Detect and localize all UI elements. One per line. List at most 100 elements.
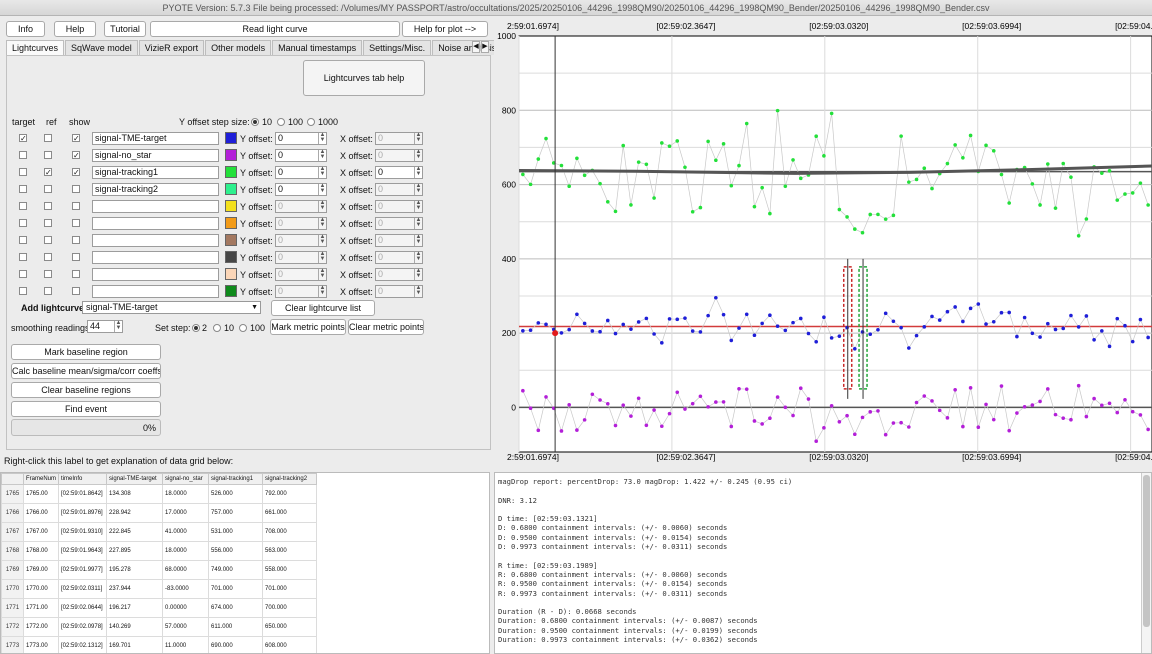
table-row[interactable]: 1772 1772.00 [02:59:02.0978] 140.269 57.0000… (1, 617, 318, 637)
grid-column-header[interactable]: signal-no_star (162, 473, 210, 485)
table-row[interactable]: 1766 1766.00 [02:59:01.8976] 228.942 17.0000… (1, 503, 318, 523)
grid-cell[interactable]: 700.000 (262, 598, 318, 618)
grid-column-header[interactable]: timeInfo (58, 473, 108, 485)
curve-name-field[interactable] (92, 251, 219, 264)
grid-cell[interactable]: 708.000 (262, 522, 318, 542)
curve-name-field[interactable]: signal-no_star (92, 149, 219, 162)
grid-cell[interactable]: 41.0000 (162, 522, 210, 542)
x-offset-input[interactable]: 0 ▲ ▼ (375, 183, 423, 196)
ref-checkbox[interactable] (44, 202, 52, 210)
step-10-radio[interactable] (251, 118, 259, 126)
spin-arrows-icon[interactable]: ▲ ▼ (414, 183, 422, 195)
grid-cell[interactable]: 237.944 (106, 579, 164, 599)
spin-arrows-icon[interactable]: ▲ ▼ (318, 217, 326, 229)
clear-baseline-regions-button[interactable]: Clear baseline regions (11, 382, 161, 398)
tab-manual-timestamps[interactable]: Manual timestamps (272, 40, 363, 55)
help-for-plot-button[interactable]: Help for plot --> (402, 21, 488, 37)
y-offset-input[interactable]: 0 ▲ ▼ (275, 285, 327, 298)
spin-arrows-icon[interactable]: ▲ ▼ (414, 166, 422, 178)
row-header[interactable]: 1767 (1, 522, 24, 542)
grid-cell[interactable]: 1768.00 (22, 541, 60, 561)
grid-explanation-label[interactable]: Right-click this label to get explanatio… (4, 456, 233, 466)
grid-cell[interactable]: 57.0000 (162, 617, 210, 637)
tab-settings-misc[interactable]: Settings/Misc. (363, 40, 432, 55)
grid-cell[interactable]: [02:59:01.8976] (58, 503, 108, 523)
spin-arrows-icon[interactable]: ▲ ▼ (318, 149, 326, 161)
x-offset-input[interactable]: 0 ▲ ▼ (375, 285, 423, 298)
grid-cell[interactable]: 701.000 (262, 579, 318, 599)
show-checkbox[interactable] (72, 287, 80, 295)
x-offset-input[interactable]: 0 ▲ ▼ (375, 166, 423, 179)
show-checkbox[interactable] (72, 185, 80, 193)
spin-arrows-icon[interactable]: ▲ ▼ (318, 285, 326, 297)
spin-arrows-icon[interactable]: ▲ ▼ (414, 268, 422, 280)
ref-checkbox[interactable] (44, 270, 52, 278)
grid-cell[interactable]: 1772.00 (22, 617, 60, 637)
curve-color-swatch[interactable] (225, 166, 237, 178)
smoothing-input[interactable]: 44 ▲ ▼ (87, 320, 123, 333)
tab-scroll-right-icon[interactable]: ▶ (481, 41, 489, 53)
report-scrollbar[interactable] (1141, 473, 1151, 653)
target-checkbox[interactable] (19, 236, 27, 244)
table-row[interactable]: 1773 1773.00 [02:59:02.1312] 169.701 11.0000… (1, 636, 318, 653)
grid-cell[interactable]: 1769.00 (22, 560, 60, 580)
row-header[interactable]: 1771 (1, 598, 24, 618)
ref-checkbox[interactable] (44, 236, 52, 244)
y-offset-input[interactable]: 0 ▲ ▼ (275, 149, 327, 162)
spin-arrows-icon[interactable]: ▲ ▼ (318, 132, 326, 144)
y-offset-input[interactable]: 0 ▲ ▼ (275, 200, 327, 213)
curve-name-field[interactable]: signal-tracking2 (92, 183, 219, 196)
grid-cell[interactable]: [02:59:01.9310] (58, 522, 108, 542)
curve-name-field[interactable] (92, 234, 219, 247)
x-offset-input[interactable]: 0 ▲ ▼ (375, 251, 423, 264)
show-checkbox[interactable]: ✓ (72, 151, 80, 160)
grid-cell[interactable]: 526.000 (208, 484, 264, 504)
tab-sqwave-model[interactable]: SqWave model (65, 40, 138, 55)
grid-cell[interactable]: [02:59:02.1312] (58, 636, 108, 653)
spin-arrows-icon[interactable]: ▲ ▼ (318, 251, 326, 263)
spin-arrows-icon[interactable]: ▲ ▼ (414, 285, 422, 297)
grid-cell[interactable]: 169.701 (106, 636, 164, 653)
target-checkbox[interactable] (19, 185, 27, 193)
curve-color-swatch[interactable] (225, 183, 237, 195)
grid-cell[interactable]: [02:59:02.0978] (58, 617, 108, 637)
row-header[interactable]: 1766 (1, 503, 24, 523)
target-checkbox[interactable]: ✓ (19, 134, 27, 143)
y-offset-input[interactable]: 0 ▲ ▼ (275, 251, 327, 264)
table-row[interactable]: 1770 1770.00 [02:59:02.0311] 237.944 -83.000… (1, 579, 318, 599)
ref-checkbox[interactable] (44, 151, 52, 159)
curve-name-field[interactable] (92, 217, 219, 230)
target-checkbox[interactable] (19, 202, 27, 210)
grid-cell[interactable]: [02:59:02.0644] (58, 598, 108, 618)
grid-cell[interactable]: 563.000 (262, 541, 318, 561)
add-lightcurve-select[interactable]: signal-TME-target ▼ (82, 301, 261, 314)
report-scroll-thumb[interactable] (1143, 475, 1150, 627)
table-row[interactable]: 1771 1771.00 [02:59:02.0644] 196.217 0.00000… (1, 598, 318, 618)
row-header[interactable]: 1772 (1, 617, 24, 637)
grid-cell[interactable]: 661.000 (262, 503, 318, 523)
ref-checkbox[interactable] (44, 185, 52, 193)
row-header[interactable]: 1769 (1, 560, 24, 580)
show-checkbox[interactable] (72, 202, 80, 210)
table-row[interactable]: 1765 1765.00 [02:59:01.8642] 134.308 18.0000… (1, 484, 318, 504)
row-header[interactable]: 1768 (1, 541, 24, 561)
grid-cell[interactable]: 749.000 (208, 560, 264, 580)
grid-cell[interactable]: 18.0000 (162, 484, 210, 504)
show-checkbox[interactable]: ✓ (72, 168, 80, 177)
lightcurves-tab-help-button[interactable]: Lightcurves tab help (303, 60, 425, 96)
curve-color-swatch[interactable] (225, 217, 237, 229)
grid-cell[interactable]: 18.0000 (162, 541, 210, 561)
spin-arrows-icon[interactable]: ▲ ▼ (414, 149, 422, 161)
grid-cell[interactable]: 195.278 (106, 560, 164, 580)
grid-cell[interactable]: 1766.00 (22, 503, 60, 523)
grid-cell[interactable]: 222.845 (106, 522, 164, 542)
report-text-area[interactable]: magDrop report: percentDrop: 73.0 magDro… (494, 472, 1152, 654)
tab-scroll-left-icon[interactable]: ◀ (472, 41, 480, 53)
tutorial-button[interactable]: Tutorial (104, 21, 146, 37)
grid-cell[interactable]: [02:59:01.9643] (58, 541, 108, 561)
set-step-2-radio[interactable] (192, 324, 200, 332)
curve-color-swatch[interactable] (225, 149, 237, 161)
curve-color-swatch[interactable] (225, 234, 237, 246)
grid-cell[interactable]: 11.0000 (162, 636, 210, 653)
spin-arrows-icon[interactable]: ▲ ▼ (318, 200, 326, 212)
